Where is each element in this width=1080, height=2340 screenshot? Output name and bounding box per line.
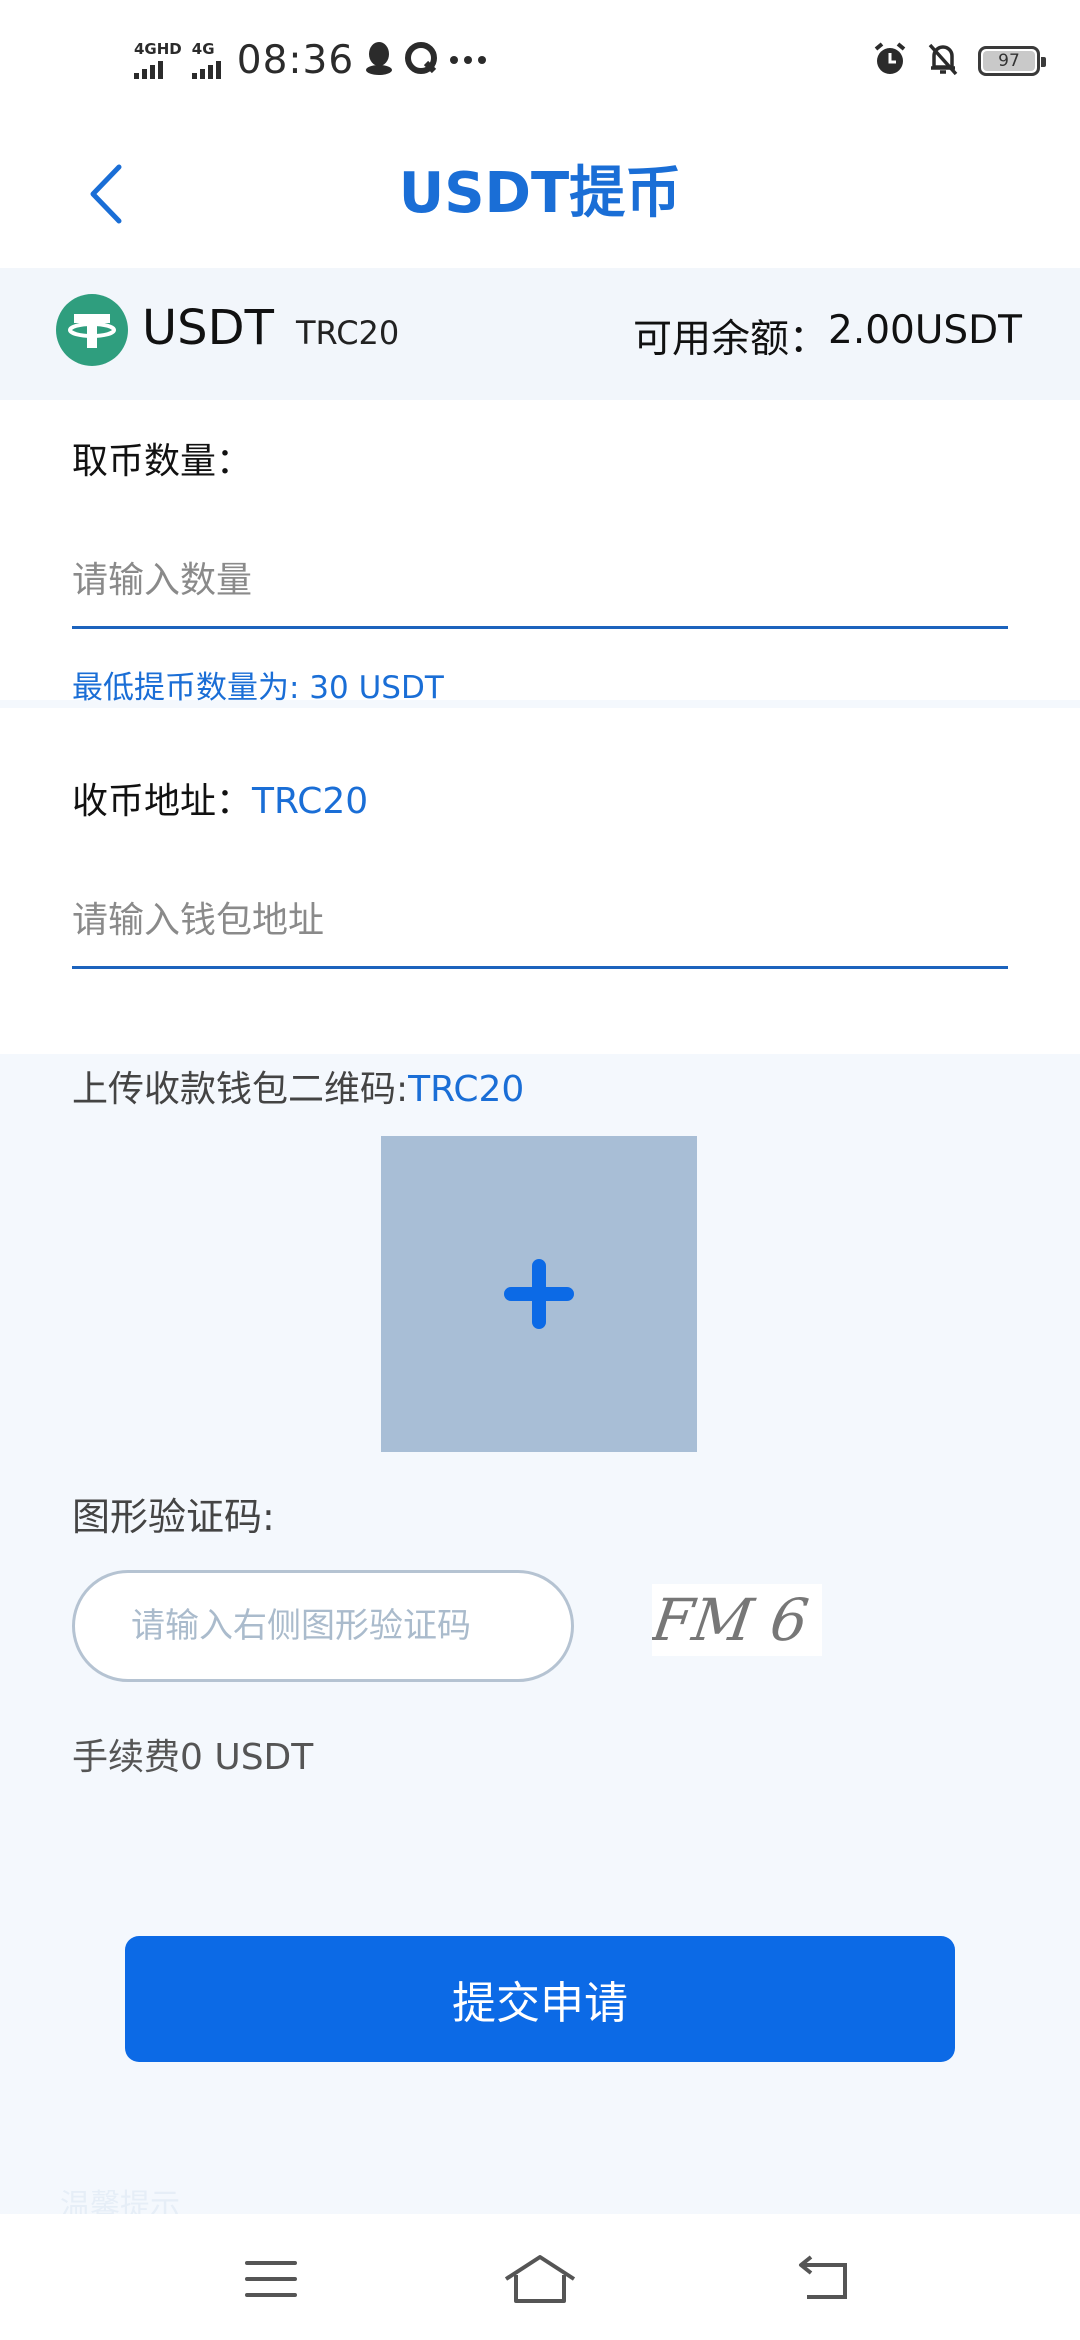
back-button[interactable] (70, 154, 140, 234)
clock: 08:36 (236, 37, 355, 83)
browser-icon (404, 41, 438, 79)
available-balance: 可用余额： 2.00USDT (633, 308, 1022, 364)
wallet-address-input[interactable] (72, 874, 1008, 969)
home-button[interactable] (495, 2244, 585, 2314)
address-label: 收币地址：TRC20 (72, 772, 368, 824)
coin-name: USDT (142, 300, 274, 356)
signal-1: 4GHD (134, 39, 182, 79)
chevron-left-icon (90, 164, 122, 224)
battery-icon: 97 (978, 46, 1046, 76)
signal-2: 4G (191, 39, 221, 79)
status-right: 97 (872, 36, 1046, 86)
fee-text: 手续费0 USDT (72, 1737, 314, 1778)
alarm-icon (872, 41, 908, 81)
submit-button[interactable]: 提交申请 (125, 1936, 955, 2062)
balance-value: 2.00USDT (828, 308, 1022, 353)
qrcode-chain: TRC20 (408, 1069, 525, 1110)
captcha-label: 图形验证码: (72, 1495, 275, 1539)
menu-button[interactable] (226, 2244, 316, 2314)
plus-icon (504, 1259, 574, 1329)
amount-label: 取币数量： (72, 441, 253, 482)
captcha-code: FM 6 (652, 1586, 813, 1654)
page-title: USDT提币 (398, 161, 682, 226)
qrcode-label-text: 上传收款钱包二维码: (72, 1069, 409, 1110)
qq-icon (364, 40, 394, 80)
coin-chain: TRC20 (296, 314, 400, 352)
network-type-2: 4G (191, 39, 215, 58)
system-nav-bar (0, 2214, 1080, 2340)
status-bar: 4GHD 4G 08:36 97 (0, 0, 1080, 120)
address-chain: TRC20 (252, 781, 369, 822)
captcha-image[interactable]: FM 6 (647, 1584, 822, 1656)
more-icon (448, 51, 488, 70)
amount-section: 取币数量： 最低提币数量为: 30 USDT (0, 400, 1080, 706)
address-label-text: 收币地址： (72, 781, 253, 822)
bell-off-icon (926, 41, 960, 81)
back-nav-button[interactable] (778, 2244, 868, 2314)
home-icon (504, 2255, 576, 2303)
battery-level: 97 (998, 51, 1020, 71)
menu-icon (245, 2261, 297, 2297)
tether-logo-icon (56, 294, 128, 366)
qrcode-label: 上传收款钱包二维码:TRC20 (72, 1060, 524, 1112)
network-type-1: 4GHD (134, 39, 182, 58)
address-section: 收币地址：TRC20 (0, 708, 1080, 1054)
coin-info-row: USDT TRC20 可用余额： 2.00USDT (0, 268, 1080, 400)
status-left: 4GHD 4G 08:36 (134, 30, 488, 90)
min-withdraw-hint: 最低提币数量为: 30 USDT (72, 670, 444, 706)
signal-bars-icon (191, 59, 221, 79)
return-icon (799, 2255, 847, 2299)
upload-qrcode-button[interactable] (381, 1136, 697, 1452)
balance-label: 可用余额： (632, 317, 828, 362)
signal-bars-icon (134, 59, 163, 79)
captcha-input[interactable] (72, 1570, 574, 1682)
header: USDT提币 (0, 120, 1080, 270)
amount-input[interactable] (72, 534, 1008, 629)
